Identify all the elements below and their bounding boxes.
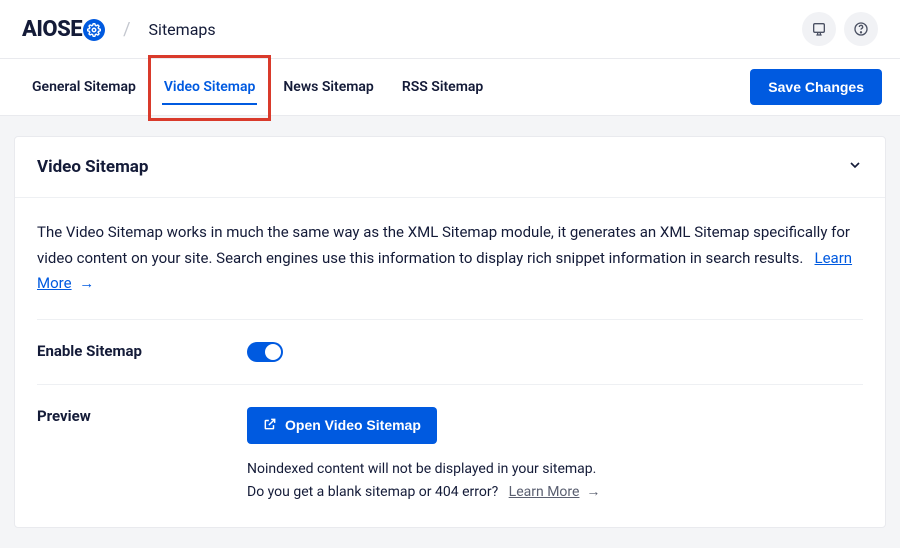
help-button[interactable] (844, 12, 878, 46)
preview-label: Preview (37, 407, 247, 506)
external-link-icon (263, 417, 277, 434)
arrow-right-icon: → (583, 484, 600, 500)
preview-helper-line1: Noindexed content will not be displayed … (247, 458, 863, 482)
notifications-button[interactable] (802, 12, 836, 46)
breadcrumb: Sitemaps (149, 20, 216, 39)
video-sitemap-card: Video Sitemap The Video Sitemap works in… (14, 136, 886, 528)
tabs: General Sitemap Video Sitemap News Sitem… (18, 59, 497, 115)
save-button[interactable]: Save Changes (750, 69, 882, 105)
enable-sitemap-toggle[interactable] (247, 342, 283, 362)
tab-video-sitemap[interactable]: Video Sitemap (150, 59, 270, 115)
header-left: AIOSE / Sitemaps (22, 17, 216, 42)
tab-bar: General Sitemap Video Sitemap News Sitem… (0, 58, 900, 116)
preview-content: Open Video Sitemap Noindexed content wil… (247, 407, 863, 506)
app-header: AIOSE / Sitemaps (0, 0, 900, 58)
tab-label: General Sitemap (32, 79, 136, 95)
tab-label: RSS Sitemap (402, 79, 483, 95)
logo-gear-icon (83, 19, 105, 41)
tab-label: News Sitemap (283, 79, 373, 95)
row-preview: Preview Open Video Sitemap Noindexed con… (37, 385, 863, 506)
preview-learn-more-link[interactable]: Learn More (509, 484, 580, 500)
preview-helper: Noindexed content will not be displayed … (247, 458, 863, 506)
arrow-right-icon: → (79, 271, 94, 297)
tab-news-sitemap[interactable]: News Sitemap (269, 59, 387, 115)
header-actions (802, 12, 878, 46)
open-video-sitemap-label: Open Video Sitemap (285, 417, 421, 433)
breadcrumb-divider: / (123, 19, 130, 40)
tab-general-sitemap[interactable]: General Sitemap (18, 59, 150, 115)
tab-label: Video Sitemap (164, 79, 256, 95)
page-body: Video Sitemap The Video Sitemap works in… (0, 116, 900, 548)
preview-helper-line2-text: Do you get a blank sitemap or 404 error? (247, 484, 498, 500)
tab-rss-sitemap[interactable]: RSS Sitemap (388, 59, 497, 115)
card-title: Video Sitemap (37, 157, 148, 177)
logo: AIOSE (22, 17, 105, 42)
row-enable-sitemap: Enable Sitemap (37, 320, 863, 385)
card-body: The Video Sitemap works in much the same… (15, 198, 885, 527)
card-intro: The Video Sitemap works in much the same… (37, 220, 863, 320)
intro-text: The Video Sitemap works in much the same… (37, 223, 850, 267)
enable-sitemap-label: Enable Sitemap (37, 342, 247, 362)
card-header[interactable]: Video Sitemap (15, 137, 885, 198)
preview-helper-line2: Do you get a blank sitemap or 404 error?… (247, 481, 863, 505)
enable-sitemap-control (247, 342, 863, 362)
logo-text: AIOSE (22, 17, 82, 42)
chevron-down-icon (847, 157, 863, 177)
open-video-sitemap-button[interactable]: Open Video Sitemap (247, 407, 437, 444)
